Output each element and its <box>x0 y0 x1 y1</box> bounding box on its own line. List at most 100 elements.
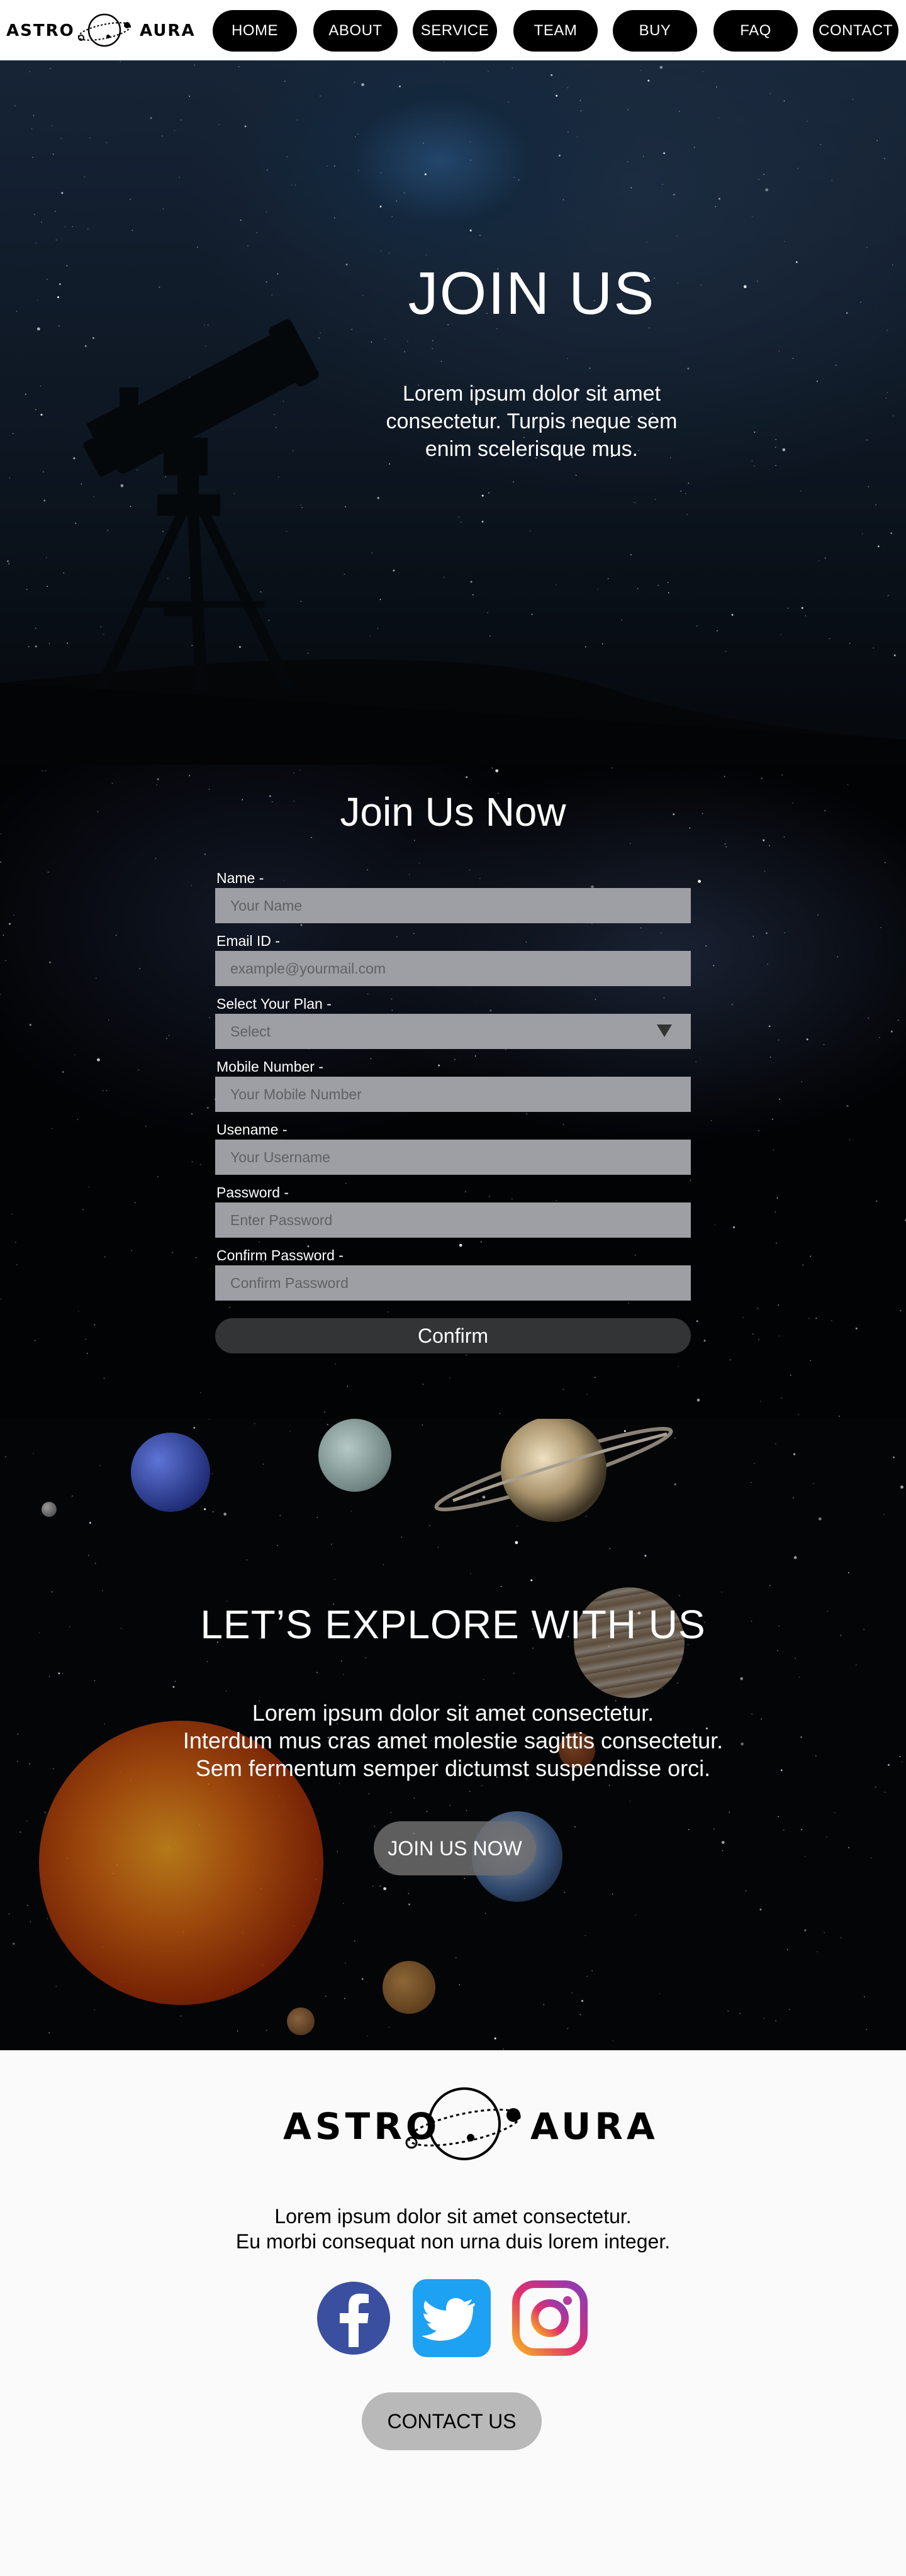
star <box>455 1957 457 1958</box>
star <box>15 1241 16 1243</box>
nav-team-button[interactable]: TEAM <box>513 10 598 52</box>
twitter-icon[interactable] <box>411 2278 492 2358</box>
star <box>629 843 631 845</box>
star <box>612 2040 613 2042</box>
star <box>761 777 763 779</box>
star <box>855 1327 858 1330</box>
star <box>51 1591 53 1592</box>
top-nav: ASTRO AURA HOME ABOUT SERVICE TEAM BUY F… <box>0 0 906 60</box>
nav-contact-button[interactable]: CONTACT <box>813 10 898 52</box>
star <box>391 998 393 1000</box>
star <box>3 935 4 936</box>
star <box>338 1783 340 1784</box>
star <box>94 1680 96 1682</box>
star <box>608 1784 610 1786</box>
star <box>763 2018 764 2019</box>
star <box>259 1241 260 1243</box>
star <box>16 1264 18 1265</box>
star <box>396 936 398 938</box>
star <box>209 1017 210 1018</box>
star <box>422 1424 423 1426</box>
confirm-button[interactable]: Confirm <box>215 1318 691 1353</box>
star <box>581 2000 583 2002</box>
nav-service-button[interactable]: SERVICE <box>413 10 497 52</box>
email-input[interactable]: example@yourmail.com <box>215 951 691 986</box>
star <box>449 1377 450 1379</box>
star <box>191 1113 193 1114</box>
star <box>824 809 826 811</box>
mobile-label: Mobile Number - <box>216 1058 323 1075</box>
star <box>766 932 768 935</box>
mobile-input[interactable]: Your Mobile Number <box>215 1077 691 1112</box>
contact-us-button[interactable]: CONTACT US <box>362 2392 542 2450</box>
star <box>866 2029 868 2030</box>
star <box>702 813 703 814</box>
star <box>673 813 675 816</box>
star <box>51 1128 53 1130</box>
star <box>379 1885 381 1887</box>
star <box>771 1118 773 1120</box>
star <box>206 1661 208 1662</box>
star <box>890 1030 893 1033</box>
star <box>635 1254 636 1256</box>
nav-about-button[interactable]: ABOUT <box>313 10 398 52</box>
star <box>500 1585 502 1587</box>
star <box>677 1682 679 1684</box>
nav-home-button[interactable]: HOME <box>213 10 297 52</box>
instagram-icon[interactable] <box>510 2278 590 2358</box>
star <box>383 1564 384 1565</box>
star <box>635 1914 636 1916</box>
star <box>818 1517 822 1521</box>
username-input[interactable]: Your Username <box>215 1140 691 1175</box>
star <box>758 1338 759 1340</box>
star <box>778 1816 779 1818</box>
star <box>586 1975 588 1977</box>
star <box>793 1453 795 1455</box>
star <box>777 1650 778 1652</box>
star <box>837 956 839 958</box>
password-input[interactable]: Enter Password <box>215 1202 691 1238</box>
confirm-password-input[interactable]: Confirm Password <box>215 1265 691 1301</box>
footer-brand-logo[interactable]: ASTRO AURA <box>283 2085 655 2167</box>
plan-select[interactable]: Select <box>215 1014 691 1049</box>
nav-buy-button[interactable]: BUY <box>613 10 697 52</box>
star <box>863 1629 864 1630</box>
dropdown-arrow-icon[interactable] <box>657 1024 672 1037</box>
star <box>870 1857 872 1859</box>
brand-logo[interactable]: ASTRO AURA <box>6 11 195 49</box>
star <box>58 1672 60 1675</box>
star <box>438 1064 440 1067</box>
star <box>387 1311 389 1313</box>
star <box>864 1996 865 1997</box>
star <box>729 1359 731 1361</box>
star <box>688 1829 690 1831</box>
star <box>729 1811 730 1813</box>
star <box>62 1672 64 1674</box>
star <box>103 1377 105 1379</box>
star <box>515 1541 518 1545</box>
star <box>775 1443 776 1445</box>
star <box>815 1755 817 1757</box>
star <box>847 784 849 786</box>
star <box>99 1465 101 1467</box>
star <box>760 1401 761 1402</box>
star <box>337 1851 338 1853</box>
star <box>753 1462 755 1464</box>
star <box>342 1902 344 1904</box>
star <box>763 839 765 841</box>
star <box>8 1913 10 1915</box>
star <box>77 1311 79 1312</box>
star <box>793 1497 794 1499</box>
facebook-icon[interactable] <box>313 2278 394 2358</box>
star <box>663 997 665 999</box>
star <box>223 1513 226 1516</box>
star <box>883 1514 885 1516</box>
star <box>780 1769 783 1772</box>
name-input[interactable]: Your Name <box>215 888 691 923</box>
star <box>266 2029 267 2031</box>
join-us-now-button[interactable]: JOIN US NOW <box>374 1821 536 1875</box>
star <box>721 1591 722 1593</box>
star <box>204 853 206 855</box>
nav-faq-button[interactable]: FAQ <box>713 10 798 52</box>
star <box>9 923 11 925</box>
